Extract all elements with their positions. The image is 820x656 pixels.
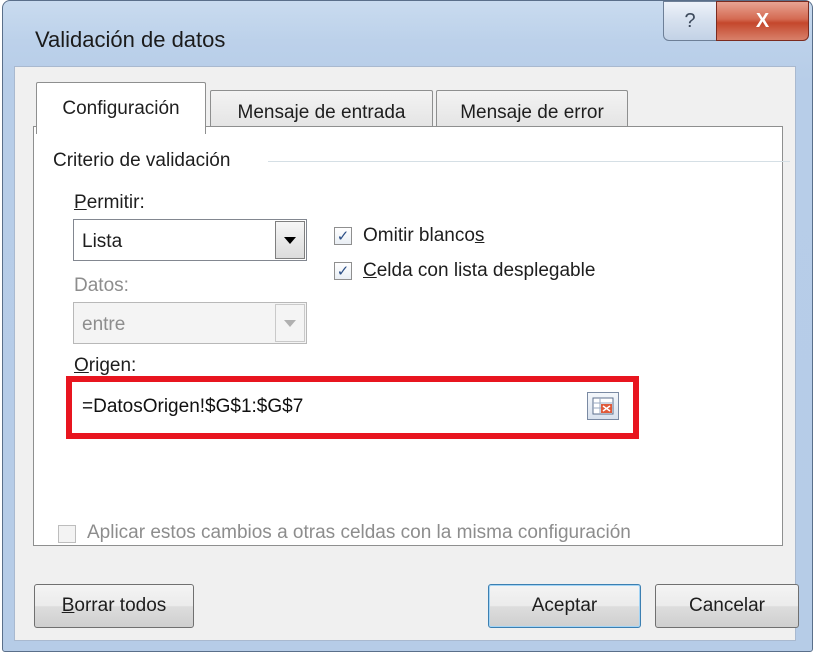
- group-divider: [268, 161, 790, 162]
- allow-select-dropdown-button[interactable]: [275, 221, 305, 259]
- in-cell-dropdown-label[interactable]: Celda con lista desplegable: [363, 260, 595, 282]
- tab-label: Mensaje de error: [460, 101, 604, 123]
- chevron-down-icon: [284, 319, 296, 327]
- apply-to-all-label: Aplicar estos cambios a otras celdas con…: [87, 522, 631, 543]
- allow-select[interactable]: Lista: [73, 219, 307, 261]
- data-label: Datos:: [74, 275, 129, 296]
- help-icon: ?: [684, 9, 696, 32]
- source-input[interactable]: =DatosOrigen!$G$1:$G$7: [72, 382, 633, 433]
- data-select-value: entre: [82, 314, 126, 335]
- ok-button-label: Aceptar: [531, 595, 598, 616]
- close-button[interactable]: X: [716, 1, 809, 41]
- cancel-button-label: Cancelar: [688, 595, 766, 616]
- tab-configuracion[interactable]: Configuración: [36, 82, 206, 134]
- allow-label: Permitir:: [74, 192, 145, 213]
- ignore-blank-label[interactable]: Omitir blancos: [363, 225, 484, 247]
- cancel-button[interactable]: Cancelar: [655, 584, 799, 628]
- tab-label: Configuración: [62, 97, 180, 119]
- tab-label: Mensaje de entrada: [237, 101, 406, 123]
- data-select: entre: [73, 302, 307, 344]
- help-button[interactable]: ?: [663, 1, 717, 41]
- clear-all-button[interactable]: Borrar todos: [34, 584, 194, 628]
- close-icon: X: [755, 9, 770, 32]
- checkmark-icon: ✓: [336, 262, 350, 280]
- allow-select-value: Lista: [82, 231, 123, 252]
- dialog-title: Validación de datos: [35, 27, 226, 52]
- ignore-blank-checkbox[interactable]: ✓: [334, 227, 352, 245]
- range-selector-icon: [592, 397, 614, 415]
- source-label: Origen:: [74, 355, 137, 376]
- checkmark-icon: ✓: [336, 227, 350, 245]
- in-cell-dropdown-checkbox[interactable]: ✓: [334, 262, 352, 280]
- chevron-down-icon: [284, 236, 296, 244]
- group-title: Criterio de validación: [53, 150, 231, 171]
- ok-button[interactable]: Aceptar: [488, 584, 641, 628]
- data-select-dropdown-button: [275, 304, 305, 342]
- source-input-value: =DatosOrigen!$G$1:$G$7: [82, 396, 304, 417]
- apply-to-all-checkbox: [58, 525, 76, 543]
- collapse-dialog-button[interactable]: [587, 392, 619, 420]
